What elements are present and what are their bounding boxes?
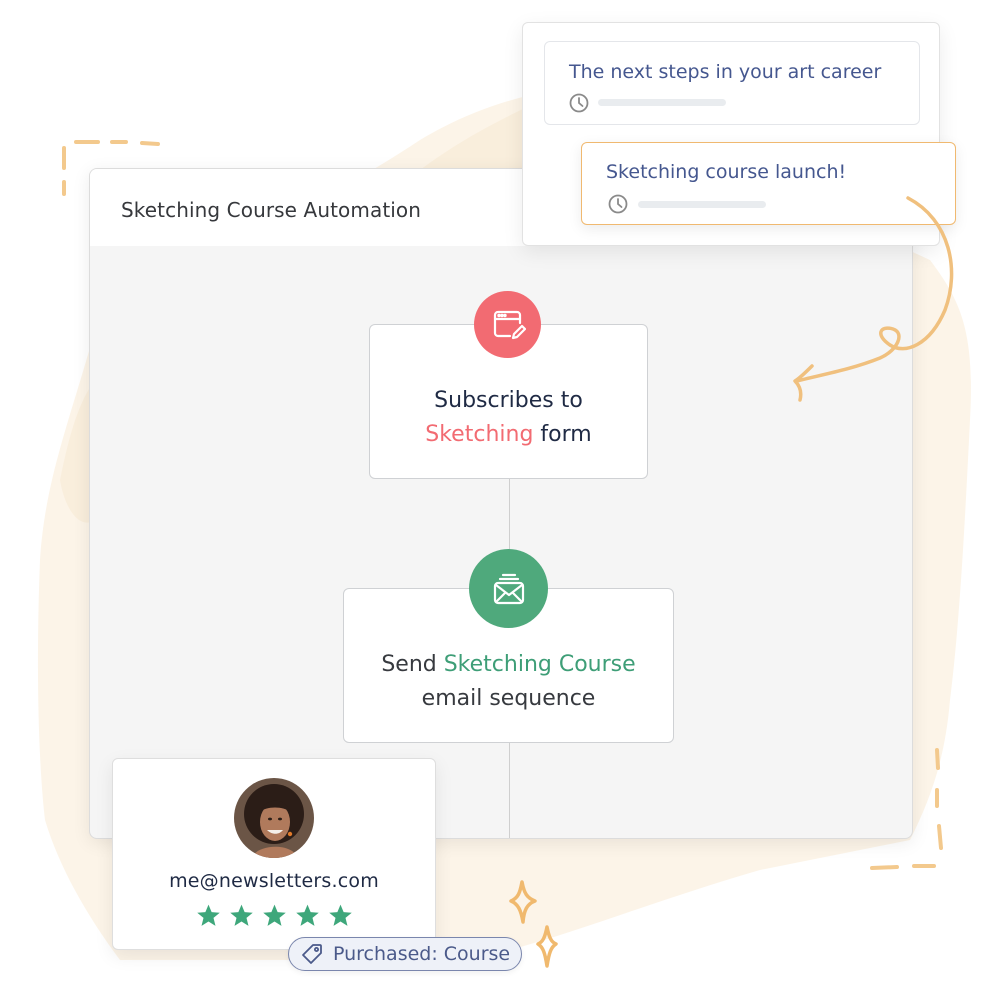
star-icon	[229, 904, 253, 926]
automation-panel: Sketching Course Automation Subscribes t…	[89, 168, 913, 839]
star-icon	[196, 904, 220, 926]
avatar	[234, 778, 314, 858]
subscriber-tag[interactable]: Purchased: Course	[288, 937, 522, 971]
form-name-highlight: Sketching	[425, 422, 534, 447]
star-icon	[295, 904, 319, 926]
step-text-rest: form	[533, 422, 592, 447]
clock-icon	[569, 93, 589, 113]
connector-line	[509, 479, 510, 559]
star-icon	[262, 904, 286, 926]
star-rating	[113, 903, 435, 928]
step-text: Subscribes to Sketching form	[370, 384, 647, 452]
automation-title: Sketching Course Automation	[121, 198, 422, 222]
step-text-line1: Send Sketching Course	[344, 648, 673, 682]
form-edit-icon	[474, 291, 541, 358]
subscriber-email: me@newsletters.com	[169, 870, 379, 892]
sequence-name-highlight: Sketching Course	[443, 652, 636, 677]
star-icon	[328, 904, 352, 926]
broadcast-title: The next steps in your art career	[569, 61, 882, 83]
broadcast-meta-placeholder	[638, 201, 766, 208]
tag-label: Purchased: Course	[333, 943, 511, 965]
broadcast-item-selected[interactable]: Sketching course launch!	[581, 142, 956, 225]
tag-icon	[302, 944, 322, 964]
email-sequence-icon	[469, 549, 548, 628]
broadcast-title: Sketching course launch!	[606, 161, 847, 183]
step-text-prefix: Send	[381, 652, 444, 677]
step-text-line2: email sequence	[421, 686, 596, 711]
clock-icon	[608, 194, 628, 214]
subscriber-card[interactable]: me@newsletters.com	[112, 758, 436, 950]
broadcast-meta-placeholder	[598, 99, 726, 106]
connector-line	[509, 743, 510, 838]
step-text-line2: Sketching form	[370, 418, 647, 452]
step-text: Send Sketching Course email sequence	[344, 648, 673, 716]
broadcast-item[interactable]: The next steps in your art career	[544, 41, 920, 125]
step-text-line1: Subscribes to	[434, 388, 583, 413]
